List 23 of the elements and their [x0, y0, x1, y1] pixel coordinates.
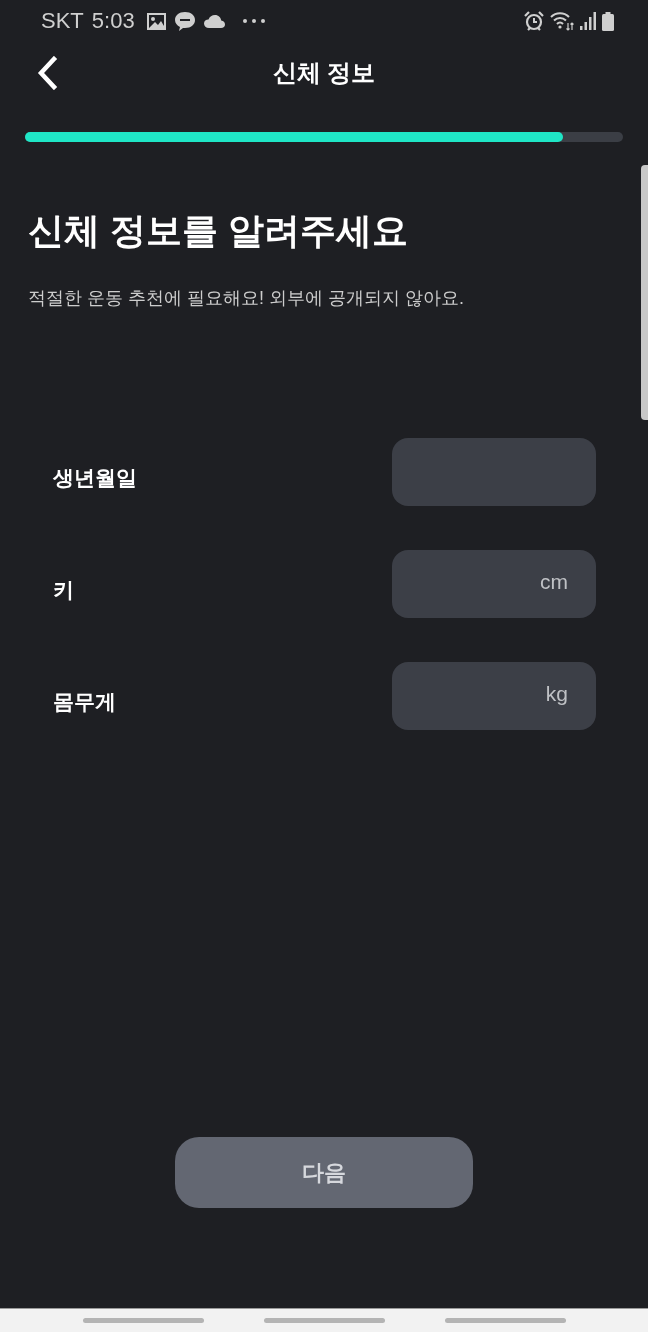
speech-bubble-icon — [173, 10, 196, 32]
nav-handle[interactable] — [444, 1318, 566, 1323]
page-subtitle: 적절한 운동 추천에 필요해요! 외부에 공개되지 않아요. — [28, 287, 465, 310]
field-label: 키 — [53, 577, 74, 603]
signal-icon — [580, 12, 596, 30]
chevron-left-icon — [36, 56, 58, 90]
carrier-name: SKT — [41, 8, 84, 34]
field-label: 생년월일 — [53, 465, 137, 491]
cloud-icon — [203, 14, 225, 28]
nav-handle[interactable] — [82, 1318, 204, 1323]
nav-handle[interactable] — [263, 1318, 385, 1323]
clock-time: 5:03 — [91, 8, 135, 34]
image-icon — [146, 12, 166, 30]
battery-icon — [602, 11, 614, 31]
input-field[interactable]: cm — [392, 550, 596, 618]
more-icon — [242, 19, 265, 23]
alarm-clock-icon — [524, 11, 544, 31]
input-field[interactable]: kg — [392, 662, 596, 730]
page-heading: 신체 정보를 알려주세요 — [28, 209, 409, 253]
input-field[interactable] — [392, 438, 596, 506]
screen-title: 신체 정보 — [272, 58, 376, 88]
wifi-icon — [550, 11, 574, 31]
field-label: 몸무게 — [53, 689, 116, 715]
